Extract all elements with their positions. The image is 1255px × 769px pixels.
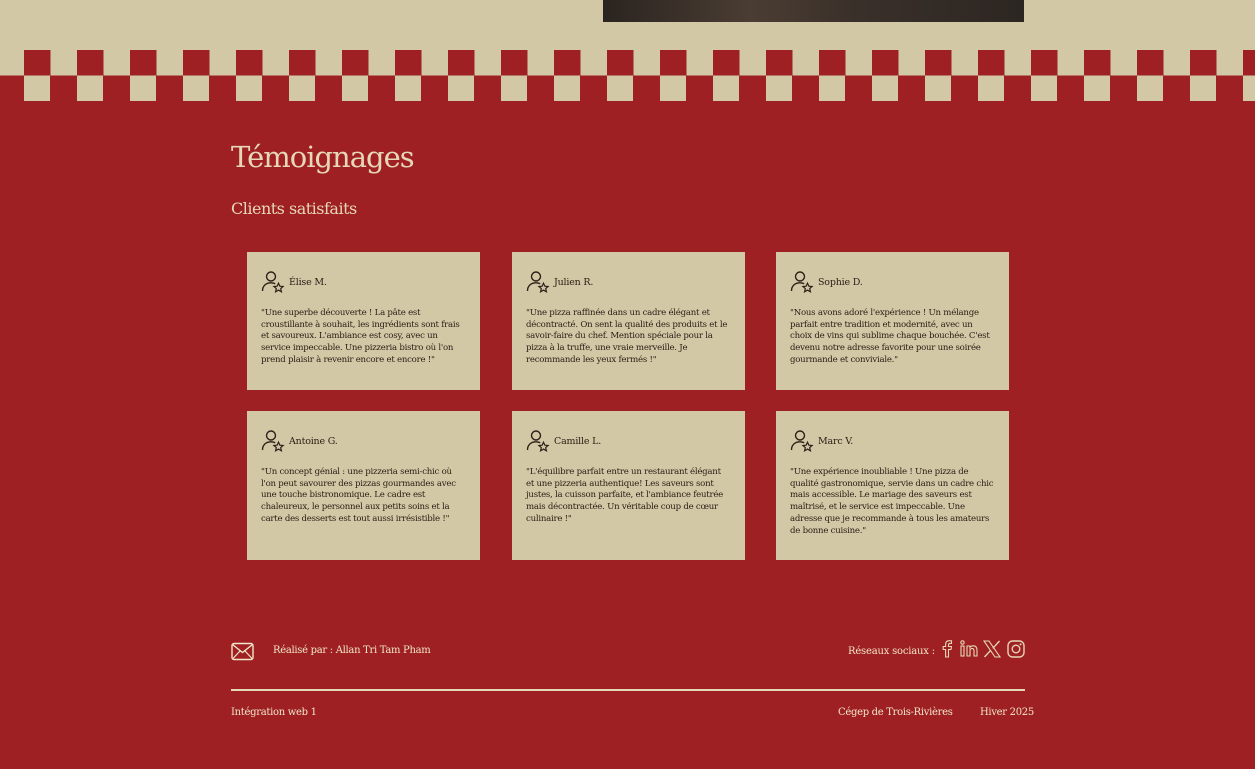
reviewer-name: Julien R. xyxy=(554,276,594,288)
linkedin-icon[interactable] xyxy=(959,639,979,659)
x-icon[interactable] xyxy=(982,639,1002,659)
testimonial-text: "Une expérience inoubliable ! Une pizza … xyxy=(790,467,994,536)
testimonial-card: Élise M. "Une superbe découverte ! La pât… xyxy=(247,252,480,390)
card-header: Julien R. xyxy=(526,269,731,295)
testimonial-text: "Nous avons adoré l'expérience ! Un méla… xyxy=(790,308,990,365)
testimonial-card: Camille L. "L'équilibre parfait entre un … xyxy=(512,411,745,560)
checkered-border xyxy=(0,50,1255,101)
section-subtitle: Clients satisfaits xyxy=(231,199,357,218)
card-header: Marc V. xyxy=(790,428,995,454)
user-star-icon xyxy=(526,271,550,294)
footer-divider xyxy=(231,689,1025,691)
credit-text: Réalisé par : Allan Tri Tam Pham xyxy=(273,645,431,656)
card-header: Antoine G. xyxy=(261,428,466,454)
user-star-icon xyxy=(790,430,814,453)
card-header: Camille L. xyxy=(526,428,731,454)
reviewer-name: Élise M. xyxy=(289,276,327,288)
user-star-icon xyxy=(526,430,550,453)
reviewer-name: Sophie D. xyxy=(818,276,863,288)
reviewer-name: Marc V. xyxy=(818,435,854,447)
testimonial-card: Sophie D. "Nous avons adoré l'expérience … xyxy=(776,252,1009,390)
testimonial-text: "L'équilibre parfait entre un restaurant… xyxy=(526,467,723,524)
section-title: Témoignages xyxy=(231,140,415,174)
reviewer-name: Camille L. xyxy=(554,435,602,447)
card-header: Sophie D. xyxy=(790,269,995,295)
testimonial-card: Julien R. "Une pizza raffinée dans un cad… xyxy=(512,252,745,390)
testimonial-text: "Une pizza raffinée dans un cadre élégan… xyxy=(526,308,728,365)
session-name: Hiver 2025 xyxy=(980,707,1034,718)
testimonial-text: "Une superbe découverte ! La pâte est cr… xyxy=(261,308,460,365)
card-header: Élise M. xyxy=(261,269,466,295)
user-star-icon xyxy=(261,271,285,294)
reviewer-name: Antoine G. xyxy=(289,435,338,447)
testimonial-card: Marc V. "Une expérience inoubliable ! Une… xyxy=(776,411,1009,560)
social-label: Réseaux sociaux : xyxy=(848,646,935,657)
mail-icon[interactable] xyxy=(231,642,254,661)
instagram-icon[interactable] xyxy=(1006,639,1026,659)
user-star-icon xyxy=(790,271,814,294)
user-star-icon xyxy=(261,430,285,453)
course-name: Intégration web 1 xyxy=(231,707,317,718)
school-name: Cégep de Trois-Rivières xyxy=(838,707,953,718)
testimonial-text: "Un concept génial : une pizzeria semi-c… xyxy=(261,467,456,524)
hero-image xyxy=(603,0,1024,22)
testimonial-card: Antoine G. "Un concept génial : une pizze… xyxy=(247,411,480,560)
facebook-icon[interactable] xyxy=(937,639,957,659)
